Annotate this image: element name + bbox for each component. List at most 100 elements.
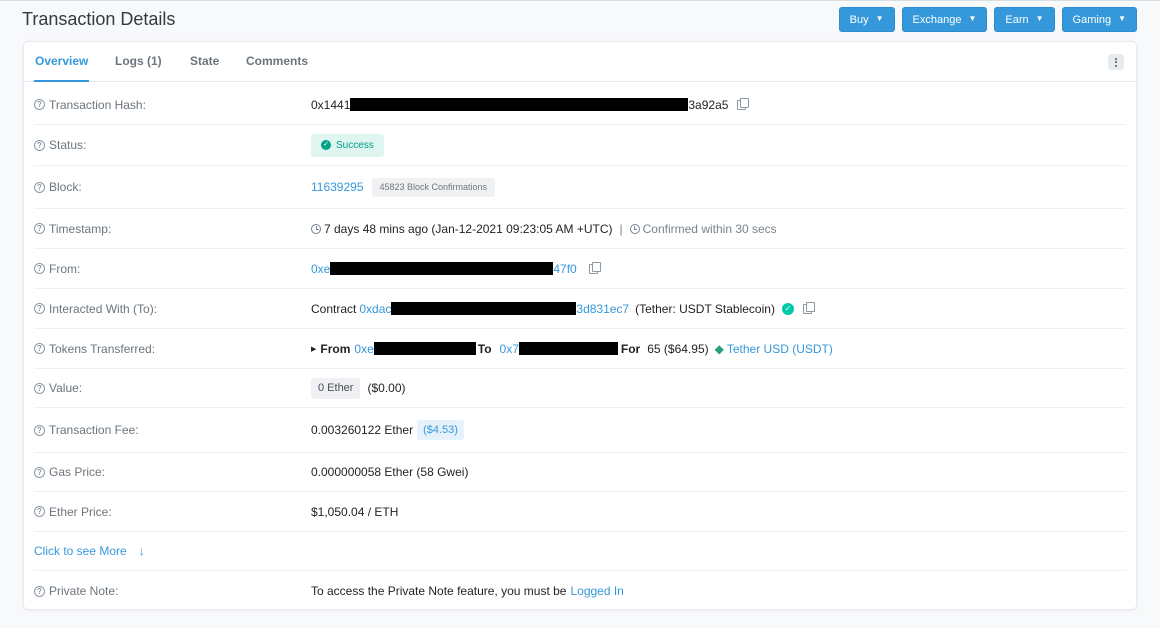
token-amount: 65 ($64.95) [647, 341, 709, 356]
value-timestamp: 7 days 48 mins ago (Jan-12-2021 09:23:05… [311, 222, 777, 236]
buy-button[interactable]: Buy ▼ [838, 7, 895, 32]
value-transaction-fee: 0.003260122 Ether ($4.53) [311, 420, 464, 440]
label-text: Status: [49, 138, 87, 152]
from-word: From [320, 341, 351, 356]
redaction-bar [518, 342, 618, 355]
tab-comments[interactable]: Comments [246, 42, 308, 82]
token-name-link[interactable]: Tether USD (USDT) [727, 342, 833, 356]
chevron-down-icon: ▼ [875, 14, 884, 23]
label-from: ? From: [34, 262, 80, 276]
label-text: From: [49, 261, 81, 276]
label-value: ? Value: [34, 381, 82, 395]
value-interacted-with: Contract 0xdac 3d831ec7 (Tether: USDT St… [311, 301, 815, 316]
label-block: ? Block: [34, 180, 82, 194]
label-text: Interacted With (To): [49, 301, 158, 316]
row-see-more: Click to see More ↓ [34, 532, 1126, 571]
earn-label: Earn [1005, 13, 1029, 26]
exchange-button[interactable]: Exchange ▼ [901, 7, 988, 32]
value-status: ✓ Success [311, 133, 384, 157]
question-icon[interactable]: ? [34, 343, 45, 354]
label-private-note: ? Private Note: [34, 584, 118, 598]
gaming-label: Gaming [1072, 13, 1112, 26]
question-icon[interactable]: ? [34, 139, 45, 151]
see-more-link[interactable]: Click to see More ↓ [34, 544, 145, 558]
tab-overview[interactable]: Overview [34, 42, 90, 82]
tab-bar: Overview Logs (1) State Comments [24, 42, 1136, 82]
row-block: ? Block: 11639295 45823 Block Confirmatio… [34, 166, 1126, 209]
status-badge: ✓ Success [311, 133, 384, 157]
buy-label: Buy [849, 13, 869, 26]
tx-hash-suffix: 3a92a5 [688, 97, 729, 112]
label-text: Transaction Fee: [49, 423, 139, 437]
for-word: For [620, 341, 641, 356]
from-address-prefix[interactable]: 0xe [311, 262, 330, 276]
clock-icon [311, 223, 321, 234]
timestamp-text: 7 days 48 mins ago (Jan-12-2021 09:23:05… [324, 221, 613, 236]
more-options-icon[interactable] [1108, 54, 1124, 70]
label-gas-price: ? Gas Price: [34, 465, 105, 479]
label-ether-price: ? Ether Price: [34, 505, 112, 519]
tab-logs[interactable]: Logs (1) [115, 42, 162, 82]
question-icon[interactable]: ? [34, 424, 45, 436]
token-to-prefix[interactable]: 0x7 [500, 342, 519, 356]
arrow-down-icon: ↓ [138, 544, 145, 558]
see-more-label: Click to see More [34, 544, 127, 558]
question-icon[interactable]: ? [34, 382, 45, 394]
row-ether-price: ? Ether Price: $1,050.04 / ETH [34, 492, 1126, 532]
private-note-text: To access the Private Note feature, you … [311, 584, 567, 598]
tx-hash-prefix: 0x1441 [311, 97, 351, 112]
ether-value-badge: 0 Ether [311, 377, 361, 399]
exchange-label: Exchange [912, 13, 962, 26]
caret-right-icon: ▶ [311, 345, 317, 353]
from-address-suffix[interactable]: 47f0 [553, 262, 576, 276]
row-timestamp: ? Timestamp: 7 days 48 mins ago (Jan-12-2… [34, 209, 1126, 249]
label-status: ? Status: [34, 138, 86, 152]
gaming-button[interactable]: Gaming ▼ [1061, 7, 1137, 32]
to-word: To [477, 341, 492, 356]
label-transaction-fee: ? Transaction Fee: [34, 423, 139, 437]
value-gas-price: 0.000000058 Ether (58 Gwei) [311, 465, 469, 479]
copy-icon[interactable] [588, 261, 601, 274]
value-tokens-transferred: ▶ From 0xe To 0x7 For 65 ($64.95) ◆ Teth… [311, 342, 833, 356]
label-transaction-hash: ? Transaction Hash: [34, 98, 146, 112]
redaction-bar [373, 342, 476, 355]
tab-state[interactable]: State [190, 42, 219, 82]
contract-address-prefix[interactable]: 0xdac [359, 302, 391, 316]
clock-icon [629, 223, 640, 234]
row-from: ? From: 0xe 47f0 [34, 249, 1126, 289]
contract-word: Contract [311, 301, 357, 316]
question-icon[interactable]: ? [34, 303, 45, 314]
value-from: 0xe 47f0 [311, 261, 601, 276]
question-icon[interactable]: ? [34, 585, 45, 597]
value-ether-price: $1,050.04 / ETH [311, 504, 399, 519]
copy-icon[interactable] [802, 301, 815, 314]
transaction-card: Overview Logs (1) State Comments ? Transa… [23, 41, 1137, 610]
row-private-note: ? Private Note: To access the Private Not… [34, 571, 1126, 611]
question-icon[interactable]: ? [34, 181, 45, 193]
top-divider [0, 0, 1160, 1]
question-icon[interactable]: ? [34, 99, 45, 110]
copy-icon[interactable] [737, 97, 750, 110]
question-icon[interactable]: ? [34, 223, 45, 234]
question-icon[interactable]: ? [34, 506, 45, 517]
label-text: Gas Price: [49, 465, 106, 479]
row-status: ? Status: ✓ Success [34, 125, 1126, 166]
redaction-bar [350, 98, 689, 111]
value-value: 0 Ether ($0.00) [311, 377, 406, 399]
row-value: ? Value: 0 Ether ($0.00) [34, 369, 1126, 408]
check-circle-icon: ✓ [321, 140, 331, 150]
block-number-link[interactable]: 11639295 [311, 180, 364, 194]
redaction-bar [391, 302, 577, 315]
value-transaction-hash: 0x1441 3a92a5 [311, 97, 750, 112]
confirmed-text: Confirmed within 30 secs [642, 221, 777, 236]
contract-address-suffix[interactable]: 3d831ec7 [576, 302, 629, 316]
question-icon[interactable]: ? [34, 263, 45, 274]
earn-button[interactable]: Earn ▼ [994, 7, 1055, 32]
label-text: Block: [49, 180, 82, 194]
chevron-down-icon: ▼ [968, 14, 977, 23]
token-from-prefix[interactable]: 0xe [354, 342, 373, 356]
logged-in-link[interactable]: Logged In [570, 584, 623, 598]
question-icon[interactable]: ? [34, 466, 45, 478]
value-block: 11639295 45823 Block Confirmations [311, 177, 496, 197]
fee-usd-badge: ($4.53) [417, 420, 464, 440]
